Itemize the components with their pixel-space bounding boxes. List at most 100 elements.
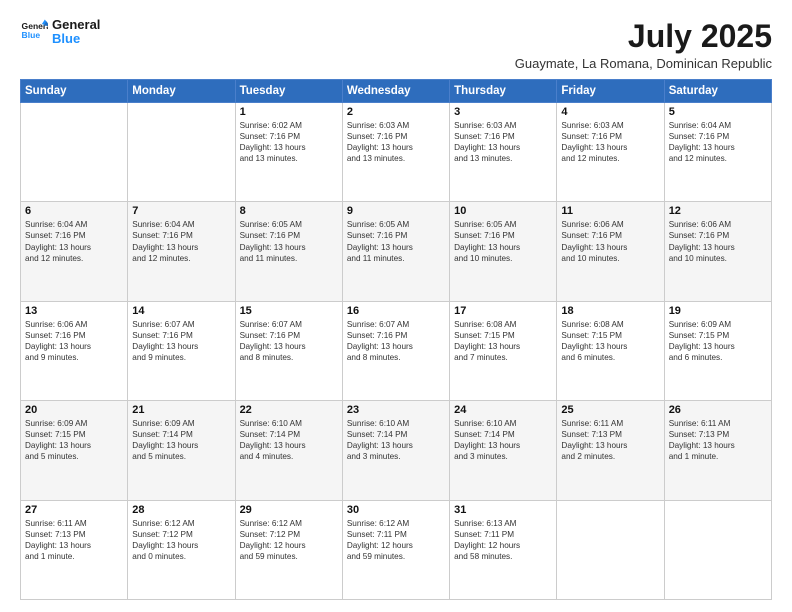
day-detail: Sunrise: 6:10 AM Sunset: 7:14 PM Dayligh… xyxy=(454,418,552,462)
calendar-cell: 12Sunrise: 6:06 AM Sunset: 7:16 PM Dayli… xyxy=(664,202,771,301)
calendar-cell: 20 Sunrise: 6:09 AM Sunset: 7:15 PM Dayli… xyxy=(21,401,128,500)
svg-text:Blue: Blue xyxy=(22,31,41,41)
calendar-cell: 30 Sunrise: 6:12 AM Sunset: 7:11 PM Dayli… xyxy=(342,500,449,599)
calendar-week-5: 27 Sunrise: 6:11 AM Sunset: 7:13 PM Dayli… xyxy=(21,500,772,599)
day-number: 5 xyxy=(669,106,767,118)
day-number: 20 xyxy=(25,404,123,416)
weekday-header-wednesday: Wednesday xyxy=(342,80,449,103)
day-detail: Sunrise: 6:12 AM Sunset: 7:12 PM Dayligh… xyxy=(240,518,338,562)
calendar-cell: 3 Sunrise: 6:03 AM Sunset: 7:16 PM Daylig… xyxy=(450,103,557,202)
calendar-cell: 11 Sunrise: 6:06 AM Sunset: 7:16 PM Dayli… xyxy=(557,202,664,301)
day-detail: Sunrise: 6:07 AM Sunset: 7:16 PM Dayligh… xyxy=(347,319,445,363)
day-detail: Sunrise: 6:05 AM Sunset: 7:16 PM Dayligh… xyxy=(347,219,445,263)
day-detail: Sunrise: 6:06 AM Sunset: 7:16 PM Dayligh… xyxy=(561,219,659,263)
day-detail: Sunrise: 6:11 AM Sunset: 7:13 PM Dayligh… xyxy=(25,518,123,562)
calendar-cell: 21 Sunrise: 6:09 AM Sunset: 7:14 PM Dayli… xyxy=(128,401,235,500)
day-detail: Sunrise: 6:11 AM Sunset: 7:13 PM Dayligh… xyxy=(561,418,659,462)
day-number: 7 xyxy=(132,205,230,217)
calendar-cell: 8Sunrise: 6:05 AM Sunset: 7:16 PM Daylig… xyxy=(235,202,342,301)
calendar-cell: 6 Sunrise: 6:04 AM Sunset: 7:16 PM Daylig… xyxy=(21,202,128,301)
day-detail: Sunrise: 6:09 AM Sunset: 7:14 PM Dayligh… xyxy=(132,418,230,462)
day-number: 10 xyxy=(454,205,552,217)
logo-general: General xyxy=(52,18,100,32)
calendar-week-3: 13Sunrise: 6:06 AM Sunset: 7:16 PM Dayli… xyxy=(21,301,772,400)
header: General Blue General Blue July 2025 Guay… xyxy=(20,18,772,71)
calendar-cell: 7 Sunrise: 6:04 AM Sunset: 7:16 PM Daylig… xyxy=(128,202,235,301)
day-detail: Sunrise: 6:05 AM Sunset: 7:16 PM Dayligh… xyxy=(240,219,338,263)
day-detail: Sunrise: 6:09 AM Sunset: 7:15 PM Dayligh… xyxy=(25,418,123,462)
day-detail: Sunrise: 6:05 AM Sunset: 7:16 PM Dayligh… xyxy=(454,219,552,263)
weekday-header-friday: Friday xyxy=(557,80,664,103)
day-number: 31 xyxy=(454,504,552,516)
day-detail: Sunrise: 6:03 AM Sunset: 7:16 PM Dayligh… xyxy=(561,120,659,164)
logo-icon: General Blue xyxy=(20,18,48,46)
day-detail: Sunrise: 6:03 AM Sunset: 7:16 PM Dayligh… xyxy=(347,120,445,164)
day-detail: Sunrise: 6:03 AM Sunset: 7:16 PM Dayligh… xyxy=(454,120,552,164)
day-detail: Sunrise: 6:02 AM Sunset: 7:16 PM Dayligh… xyxy=(240,120,338,164)
calendar-cell xyxy=(21,103,128,202)
day-number: 3 xyxy=(454,106,552,118)
weekday-header-sunday: Sunday xyxy=(21,80,128,103)
day-number: 27 xyxy=(25,504,123,516)
day-detail: Sunrise: 6:07 AM Sunset: 7:16 PM Dayligh… xyxy=(132,319,230,363)
day-detail: Sunrise: 6:04 AM Sunset: 7:16 PM Dayligh… xyxy=(25,219,123,263)
day-number: 16 xyxy=(347,305,445,317)
logo-blue: Blue xyxy=(52,32,100,46)
day-number: 22 xyxy=(240,404,338,416)
day-number: 6 xyxy=(25,205,123,217)
day-number: 21 xyxy=(132,404,230,416)
day-number: 25 xyxy=(561,404,659,416)
day-detail: Sunrise: 6:04 AM Sunset: 7:16 PM Dayligh… xyxy=(132,219,230,263)
calendar-cell: 13Sunrise: 6:06 AM Sunset: 7:16 PM Dayli… xyxy=(21,301,128,400)
calendar-cell xyxy=(664,500,771,599)
day-detail: Sunrise: 6:10 AM Sunset: 7:14 PM Dayligh… xyxy=(347,418,445,462)
calendar-subtitle: Guaymate, La Romana, Dominican Republic xyxy=(515,56,772,71)
day-detail: Sunrise: 6:12 AM Sunset: 7:11 PM Dayligh… xyxy=(347,518,445,562)
calendar-cell: 22 Sunrise: 6:10 AM Sunset: 7:14 PM Dayli… xyxy=(235,401,342,500)
calendar-week-4: 20 Sunrise: 6:09 AM Sunset: 7:15 PM Dayli… xyxy=(21,401,772,500)
day-number: 23 xyxy=(347,404,445,416)
calendar-cell: 9 Sunrise: 6:05 AM Sunset: 7:16 PM Daylig… xyxy=(342,202,449,301)
calendar-cell: 2 Sunrise: 6:03 AM Sunset: 7:16 PM Daylig… xyxy=(342,103,449,202)
calendar-cell xyxy=(128,103,235,202)
logo: General Blue General Blue xyxy=(20,18,100,47)
day-number: 30 xyxy=(347,504,445,516)
calendar-cell: 19 Sunrise: 6:09 AM Sunset: 7:15 PM Dayli… xyxy=(664,301,771,400)
calendar-cell: 5Sunrise: 6:04 AM Sunset: 7:16 PM Daylig… xyxy=(664,103,771,202)
day-detail: Sunrise: 6:08 AM Sunset: 7:15 PM Dayligh… xyxy=(454,319,552,363)
calendar-cell: 4 Sunrise: 6:03 AM Sunset: 7:16 PM Daylig… xyxy=(557,103,664,202)
calendar-cell: 27 Sunrise: 6:11 AM Sunset: 7:13 PM Dayli… xyxy=(21,500,128,599)
day-number: 29 xyxy=(240,504,338,516)
day-detail: Sunrise: 6:12 AM Sunset: 7:12 PM Dayligh… xyxy=(132,518,230,562)
calendar-cell: 10 Sunrise: 6:05 AM Sunset: 7:16 PM Dayli… xyxy=(450,202,557,301)
calendar-cell: 17 Sunrise: 6:08 AM Sunset: 7:15 PM Dayli… xyxy=(450,301,557,400)
day-number: 18 xyxy=(561,305,659,317)
day-number: 2 xyxy=(347,106,445,118)
day-number: 17 xyxy=(454,305,552,317)
calendar-cell xyxy=(557,500,664,599)
weekday-header-row: SundayMondayTuesdayWednesdayThursdayFrid… xyxy=(21,80,772,103)
day-number: 19 xyxy=(669,305,767,317)
day-number: 26 xyxy=(669,404,767,416)
calendar-cell: 31Sunrise: 6:13 AM Sunset: 7:11 PM Dayli… xyxy=(450,500,557,599)
calendar-week-1: 1Sunrise: 6:02 AM Sunset: 7:16 PM Daylig… xyxy=(21,103,772,202)
calendar-cell: 28 Sunrise: 6:12 AM Sunset: 7:12 PM Dayli… xyxy=(128,500,235,599)
weekday-header-tuesday: Tuesday xyxy=(235,80,342,103)
logo-text: General Blue xyxy=(52,18,100,47)
day-number: 11 xyxy=(561,205,659,217)
calendar-cell: 18Sunrise: 6:08 AM Sunset: 7:15 PM Dayli… xyxy=(557,301,664,400)
day-number: 9 xyxy=(347,205,445,217)
day-number: 15 xyxy=(240,305,338,317)
day-number: 28 xyxy=(132,504,230,516)
day-detail: Sunrise: 6:10 AM Sunset: 7:14 PM Dayligh… xyxy=(240,418,338,462)
day-detail: Sunrise: 6:09 AM Sunset: 7:15 PM Dayligh… xyxy=(669,319,767,363)
calendar-cell: 16 Sunrise: 6:07 AM Sunset: 7:16 PM Dayli… xyxy=(342,301,449,400)
weekday-header-monday: Monday xyxy=(128,80,235,103)
weekday-header-thursday: Thursday xyxy=(450,80,557,103)
calendar-cell: 26Sunrise: 6:11 AM Sunset: 7:13 PM Dayli… xyxy=(664,401,771,500)
day-number: 4 xyxy=(561,106,659,118)
calendar-cell: 29 Sunrise: 6:12 AM Sunset: 7:12 PM Dayli… xyxy=(235,500,342,599)
day-detail: Sunrise: 6:06 AM Sunset: 7:16 PM Dayligh… xyxy=(669,219,767,263)
calendar-cell: 23 Sunrise: 6:10 AM Sunset: 7:14 PM Dayli… xyxy=(342,401,449,500)
calendar-cell: 15Sunrise: 6:07 AM Sunset: 7:16 PM Dayli… xyxy=(235,301,342,400)
